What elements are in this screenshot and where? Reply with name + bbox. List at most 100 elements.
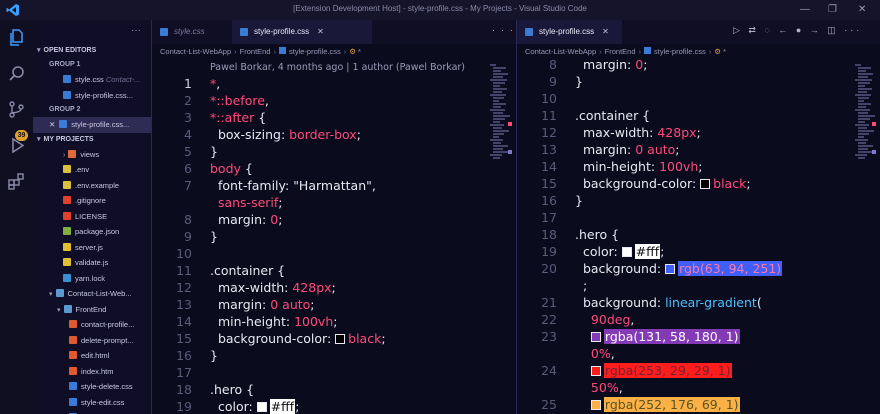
code-token: {: [607, 227, 620, 242]
code-text: min-height: 100vh;: [210, 313, 338, 330]
tree-file[interactable]: server.js: [33, 240, 151, 256]
tree-file[interactable]: index.htm: [33, 364, 151, 380]
color-swatch[interactable]: [665, 264, 676, 274]
code-token: margin: [210, 297, 263, 312]
code-token: :: [656, 295, 666, 310]
tree-file[interactable]: contact-profile...: [33, 317, 151, 333]
tree-file[interactable]: .env.example: [33, 178, 151, 194]
folder-icon: [55, 289, 64, 297]
minimap-line: [490, 154, 502, 156]
tree-file[interactable]: .gitignore: [33, 193, 151, 209]
breadcrumb-item[interactable]: Contact-List-WebApp: [525, 47, 596, 56]
right-code-editor[interactable]: 8 margin: 0; 9} 10 11 .container {12 max-wid…: [517, 60, 853, 414]
close-window-button[interactable]: ✕: [858, 3, 866, 17]
tab-style-profile-css[interactable]: style-profile.css ✕: [232, 20, 372, 44]
tree-folder[interactable]: ▾ FrontEnd: [33, 302, 151, 318]
code-line: 2 *::before,: [152, 92, 488, 109]
file-icon: [63, 242, 71, 251]
my-projects-title: MY PROJECTS: [43, 135, 94, 143]
breadcrumb-item[interactable]: *: [723, 47, 726, 56]
right-minimap[interactable]: [853, 60, 875, 414]
left-code-editor[interactable]: Pawel Borkar, 4 months ago | 1 author (P…: [152, 60, 488, 414]
breadcrumb-item[interactable]: style-profile.css: [654, 47, 706, 56]
minimap-line: [493, 85, 500, 87]
minimap-line: [858, 100, 864, 102]
line-number: 6: [184, 161, 192, 176]
color-swatch[interactable]: [590, 332, 601, 342]
code-text: ;: [575, 277, 587, 294]
selector-icon: ⚙: [714, 47, 721, 56]
minimize-button[interactable]: —: [800, 3, 810, 17]
close-tab-icon[interactable]: ✕: [602, 27, 609, 36]
code-text: .container {: [210, 262, 285, 279]
explorer-header: ···: [33, 20, 151, 44]
tree-file[interactable]: .env: [33, 162, 151, 178]
tree-file[interactable]: validate.js: [33, 255, 151, 271]
code-token: "Harmattan": [293, 178, 372, 193]
tree-file[interactable]: style-delete.css: [33, 379, 151, 395]
left-minimap[interactable]: [488, 60, 510, 414]
files-icon[interactable]: [7, 28, 26, 47]
open-editors-section[interactable]: ▾ OPEN EDITORS: [33, 44, 151, 58]
tree-folder[interactable]: › views: [33, 147, 151, 163]
code-token: ;: [696, 125, 701, 140]
tab-style-css[interactable]: style.css: [152, 20, 232, 44]
code-text: *::before,: [210, 92, 269, 109]
minimap-line: [858, 115, 875, 117]
my-projects-section[interactable]: ▾ MY PROJECTS: [33, 133, 151, 147]
tree-file[interactable]: edit.html: [33, 348, 151, 364]
file-icon: [63, 227, 71, 235]
color-swatch[interactable]: [621, 247, 632, 257]
open-editor-item[interactable]: style.css Contact-...: [33, 72, 151, 88]
color-value: rgb(63, 94, 251): [678, 261, 783, 276]
breadcrumb-item[interactable]: FrontEnd: [240, 47, 271, 56]
tree-file[interactable]: LICENSE: [33, 209, 151, 225]
breadcrumb-item[interactable]: Contact-List-WebApp: [160, 47, 231, 56]
run-debug-icon[interactable]: [7, 136, 26, 155]
code-token: black: [713, 176, 747, 191]
source-control-icon[interactable]: [7, 100, 26, 119]
search-icon[interactable]: [7, 64, 26, 83]
editor-actions-toolbar[interactable]: ▷ ⇄ ◌ ← ● → ◫ ···: [733, 25, 862, 36]
tree-file[interactable]: package.json: [33, 224, 151, 240]
tree-file[interactable]: style-edit.css: [33, 395, 151, 411]
close-tab-icon[interactable]: ✕: [317, 27, 324, 36]
line-number: 14: [541, 159, 557, 174]
minimap-line: [858, 112, 868, 114]
code-token: deg: [606, 312, 631, 327]
color-swatch[interactable]: [700, 179, 711, 189]
color-swatch[interactable]: [590, 366, 601, 376]
breadcrumb-item[interactable]: FrontEnd: [605, 47, 636, 56]
open-editor-item-active[interactable]: ✕ style-profile.css...: [33, 117, 151, 133]
tree-file[interactable]: yarn.lock: [33, 271, 151, 287]
code-token: px: [316, 280, 332, 295]
tree-file[interactable]: delete-prompt...: [33, 333, 151, 349]
breadcrumb-item[interactable]: style-profile.css: [289, 47, 341, 56]
code-token: 0: [575, 346, 599, 361]
maximize-button[interactable]: ❐: [828, 3, 837, 17]
code-token: :: [262, 212, 271, 227]
tab-label: style.css: [174, 27, 205, 36]
breadcrumb-item[interactable]: *: [358, 47, 361, 56]
extensions-icon[interactable]: [7, 172, 26, 191]
minimap-line: [493, 127, 502, 129]
tree-folder[interactable]: ▾ Contact-List-Web...: [33, 286, 151, 302]
file-name: yarn.lock: [75, 273, 106, 283]
color-swatch[interactable]: [256, 402, 267, 412]
tab-style-profile-css[interactable]: style-profile.css ✕: [517, 20, 622, 44]
code-line: 17: [517, 209, 853, 226]
chevron-down-icon: ▾: [37, 135, 41, 143]
group1-title[interactable]: GROUP 1: [33, 58, 151, 72]
color-swatch[interactable]: [590, 400, 601, 410]
color-swatch[interactable]: [335, 334, 346, 344]
code-text: margin: 0 auto;: [210, 296, 315, 313]
open-editor-item[interactable]: style-profile.css...: [33, 88, 151, 104]
group2-title[interactable]: GROUP 2: [33, 103, 151, 117]
tree-file[interactable]: style-profile.css: [33, 410, 151, 414]
more-actions-icon[interactable]: ···: [131, 25, 141, 36]
code-token: ;: [333, 314, 338, 329]
close-icon[interactable]: ✕: [49, 120, 55, 129]
more-actions-icon[interactable]: ···: [492, 25, 519, 35]
minimap-line: [858, 127, 867, 129]
code-token: ,: [371, 178, 376, 193]
